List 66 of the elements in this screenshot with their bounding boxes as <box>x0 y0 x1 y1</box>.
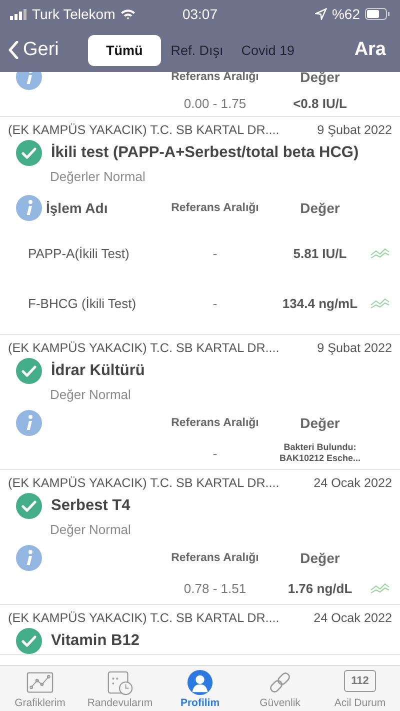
wifi-icon <box>120 8 136 20</box>
column-header: Referans Aralığı <box>170 417 260 429</box>
filter-tab[interactable]: Ref. Dışı <box>162 36 232 64</box>
reference-range: - <box>212 446 218 460</box>
reference-range: - <box>212 296 218 310</box>
result-status: Değer Normal <box>49 386 132 404</box>
column-header: Değer <box>299 200 341 216</box>
column-header: Değer <box>299 550 341 566</box>
filter-tab[interactable]: Tümü <box>88 34 161 66</box>
trend-chart-icon[interactable] <box>370 247 390 259</box>
search-button[interactable]: Ara <box>348 39 392 61</box>
test-name: PAPP-A(İkili Test) <box>27 246 130 260</box>
trend-chart-icon[interactable] <box>370 297 390 309</box>
column-header: Değer <box>299 72 341 85</box>
chevron-icon <box>8 41 19 59</box>
profile-icon <box>185 669 215 696</box>
test-title[interactable]: Vitamin B12 <box>51 632 140 650</box>
info-icon[interactable] <box>16 195 42 221</box>
hospital-name: (EK KAMPÜS YAKACIK) T.C. SB KARTAL DR.... <box>8 611 280 625</box>
battery-icon <box>365 8 390 20</box>
result-status: Değerler Normal <box>49 168 146 186</box>
trend-chart-icon[interactable] <box>370 582 390 594</box>
column-header: Değer <box>299 415 341 431</box>
tab-bar-item[interactable]: Güvenlik <box>240 666 320 711</box>
filter-tab[interactable]: Covid 19 <box>233 36 303 64</box>
column-header: İşlem Adı <box>45 200 109 216</box>
checkmark-icon <box>16 358 42 384</box>
column-header: Referans Aralığı <box>170 552 260 564</box>
back-button[interactable]: Geri <box>8 39 88 61</box>
result-date: 24 Ocak 2022 <box>314 476 392 490</box>
tab-bar-item[interactable]: Randevularım <box>80 666 160 711</box>
result-value: 5.81 IU/L <box>292 246 348 260</box>
column-header: Referans Aralığı <box>170 202 260 214</box>
checkmark-icon <box>16 493 42 519</box>
info-icon[interactable] <box>16 545 42 571</box>
result-date: 9 Şubat 2022 <box>317 123 392 137</box>
clock-time: 03:07 <box>182 6 218 22</box>
result-status: Değer Normal <box>49 521 132 539</box>
battery-percent: %62 <box>332 6 360 22</box>
reference-range: 0.78 - 1.51 <box>182 580 248 596</box>
hospital-name: (EK KAMPÜS YAKACIK) T.C. SB KARTAL DR.... <box>8 476 280 490</box>
test-title[interactable]: İkili test (PAPP-A+Serbest/total beta HCG) <box>51 144 359 162</box>
tab-bar-item[interactable]: Profilim <box>160 666 240 711</box>
tab-bar-item[interactable]: 112 Acil Durum <box>320 666 400 711</box>
hospital-name: (EK KAMPÜS YAKACIK) T.C. SB KARTAL DR.... <box>8 123 280 137</box>
test-name: F-BHCG (İkili Test) <box>27 296 138 310</box>
reference-range: 0.00 - 1.75 <box>182 96 248 110</box>
checkmark-icon <box>16 140 42 166</box>
reference-range: - <box>212 246 218 260</box>
signal-icon <box>10 8 27 20</box>
carrier-name: Turk Telekom <box>32 6 116 22</box>
checkmark-icon <box>16 628 42 654</box>
result-value: 134.4 ng/mL <box>281 296 359 310</box>
emergency-number-icon: 112 <box>344 670 376 692</box>
hospital-name: (EK KAMPÜS YAKACIK) T.C. SB KARTAL DR.... <box>8 341 280 355</box>
result-date: 24 Ocak 2022 <box>314 611 392 625</box>
result-value: Bakteri Bulundu: BAK10212 Esche... <box>278 442 362 464</box>
result-date: 9 Şubat 2022 <box>317 341 392 355</box>
result-value: <0.8 IU/L <box>292 96 348 110</box>
info-icon[interactable] <box>16 410 42 436</box>
test-title[interactable]: Serbest T4 <box>51 497 130 515</box>
result-value: 1.76 ng/dL <box>286 580 354 596</box>
location-icon <box>314 8 327 20</box>
tab-bar-item[interactable]: Grafiklerim <box>0 666 80 711</box>
calendar-clock-icon <box>105 669 135 696</box>
test-title[interactable]: İdrar Kültürü <box>51 362 145 380</box>
